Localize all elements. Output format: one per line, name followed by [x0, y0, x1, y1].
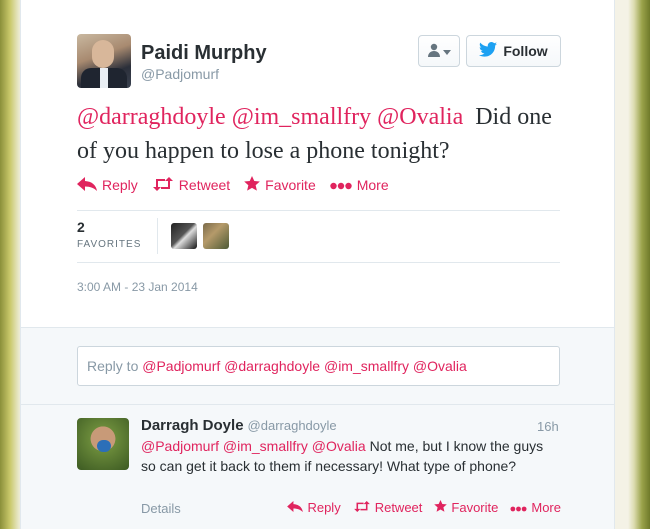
- favorites-count[interactable]: 2: [77, 219, 85, 235]
- reply-author-handle[interactable]: @darraghdoyle: [248, 418, 337, 433]
- reply-reply-action[interactable]: Reply: [287, 500, 341, 515]
- reply-author-avatar[interactable]: [77, 418, 129, 470]
- reply-icon: [77, 176, 97, 194]
- reply-mentions: @Padjomurf @darraghdoyle @im_smallfry @O…: [142, 358, 467, 374]
- author-name[interactable]: Paidi Murphy: [141, 42, 267, 65]
- retweet-icon: [152, 176, 174, 194]
- more-dots-icon: [510, 500, 527, 515]
- favorites-label: FAVORITES: [77, 239, 142, 250]
- more-action[interactable]: More: [330, 177, 389, 193]
- more-label: More: [356, 177, 389, 193]
- mention-im-smallfry[interactable]: @im_smallfry: [232, 104, 371, 130]
- user-actions-dropdown[interactable]: [418, 35, 460, 67]
- tweet-text: @darraghdoyle @im_smallfry @Ovalia Did o…: [77, 100, 567, 168]
- user-icon: [427, 43, 441, 60]
- reply-text: @Padjomurf @im_smallfry @Ovalia Not me, …: [141, 436, 561, 476]
- retweet-label: Retweet: [374, 500, 423, 515]
- favorite-label: Favorite: [451, 500, 499, 515]
- reply-more-action[interactable]: More: [510, 500, 561, 515]
- reply-icon: [287, 500, 304, 515]
- reply-text-mentions[interactable]: @Padjomurf @im_smallfry @Ovalia: [141, 438, 366, 454]
- tweet-timestamp[interactable]: 3:00 AM - 23 Jan 2014: [77, 280, 198, 294]
- star-icon: [244, 176, 260, 194]
- retweet-icon: [353, 500, 371, 515]
- reply-author-name[interactable]: Darragh Doyle: [141, 417, 244, 434]
- author-avatar[interactable]: [77, 34, 131, 88]
- star-icon: [434, 500, 448, 515]
- reply-action[interactable]: Reply: [77, 176, 138, 194]
- reply-favorite-action[interactable]: Favorite: [434, 500, 498, 515]
- divider: [77, 262, 560, 263]
- details-link[interactable]: Details: [141, 501, 181, 516]
- twitter-bird-icon: [479, 42, 498, 60]
- reply-label: Reply: [307, 500, 341, 515]
- tweet-actions: Reply Retweet Favorite More: [77, 176, 389, 194]
- stats-separator: [157, 218, 158, 254]
- reply-actions: Reply Retweet Favorite More: [287, 500, 561, 515]
- reply-input[interactable]: Reply to @Padjomurf @darraghdoyle @im_sm…: [77, 346, 560, 386]
- author-handle[interactable]: @Padjomurf: [141, 66, 219, 82]
- more-dots-icon: [330, 177, 352, 193]
- mention-ovalia[interactable]: @Ovalia: [377, 104, 463, 130]
- reply-retweet-action[interactable]: Retweet: [353, 500, 423, 515]
- more-label: More: [531, 500, 561, 515]
- favoriter-avatar[interactable]: [203, 223, 229, 249]
- mention-darraghdoyle[interactable]: @darraghdoyle: [77, 104, 226, 130]
- divider: [21, 404, 614, 405]
- chevron-down-icon: [443, 44, 451, 59]
- reply-label: Reply: [102, 177, 138, 193]
- favorite-label: Favorite: [265, 177, 316, 193]
- retweet-label: Retweet: [178, 177, 231, 193]
- follow-button[interactable]: Follow: [466, 35, 561, 67]
- reply-prefix: Reply to: [87, 358, 139, 374]
- retweet-action[interactable]: Retweet: [152, 176, 231, 194]
- tweet-card: Paidi Murphy @Padjomurf Follow @darraghd…: [20, 0, 615, 529]
- favorite-action[interactable]: Favorite: [244, 176, 316, 194]
- reply-section: Reply to @Padjomurf @darraghdoyle @im_sm…: [21, 327, 614, 529]
- follow-label: Follow: [503, 43, 548, 59]
- reply-author[interactable]: Darragh Doyle @darraghdoyle: [141, 417, 337, 434]
- favoriter-avatar[interactable]: [171, 223, 197, 249]
- divider: [77, 210, 560, 211]
- reply-time[interactable]: 16h: [537, 419, 559, 434]
